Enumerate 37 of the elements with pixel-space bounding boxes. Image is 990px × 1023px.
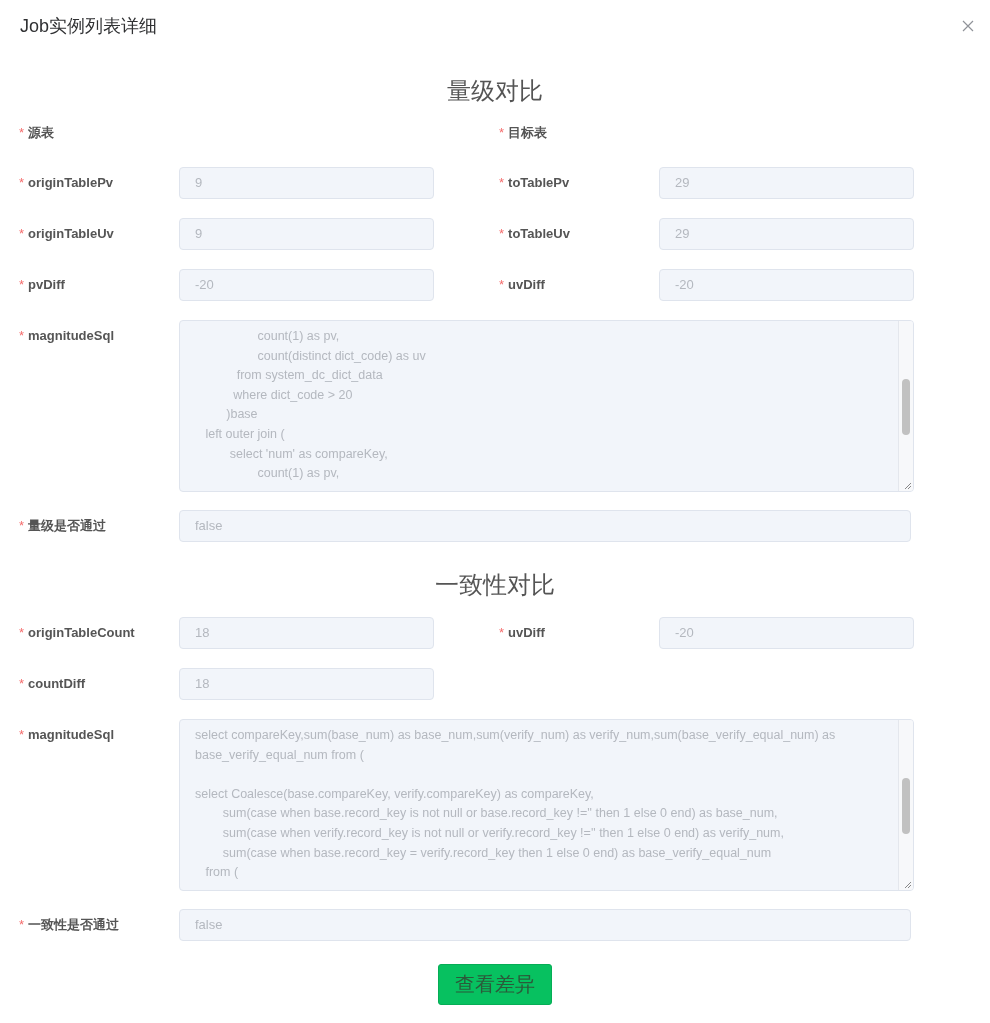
field-label: * uvDiff: [498, 276, 546, 294]
input-field[interactable]: -20: [659, 617, 914, 649]
field-label: * 目标表: [498, 124, 549, 142]
dialog-title: Job实例列表详细: [20, 15, 158, 38]
input-field[interactable]: 29: [659, 218, 914, 250]
field-label: * originTableUv: [18, 225, 115, 243]
field-label: * originTablePv: [18, 174, 115, 192]
scrollbar-thumb[interactable]: [902, 778, 910, 834]
sql-textarea[interactable]: select compareKey,sum(base_num) as base_num,sum(verify_num) as verify_num,sum(base_verify_equal_num) as base_verify_equal_num from ( select Coalesce(base.compareKey, verify.compareKey) as compareKey, sum(case when base.record_key is not null or base.record_key !='' then 1 else 0 end) as base_num, sum(case when verify.record_key is not null or verify.record_key !='' then 1 else 0 end) as verify_num, sum(case when base.record_key = verify.record_key then 1 else 0 end) as base_verify_equal_num from (: [179, 719, 914, 891]
input-field[interactable]: 18: [179, 617, 434, 649]
field-label: * countDiff: [18, 675, 87, 693]
field-label: * uvDiff: [498, 624, 546, 642]
input-field[interactable]: false: [179, 510, 911, 542]
input-field[interactable]: 9: [179, 167, 434, 199]
section-heading: 量级对比: [446, 76, 544, 106]
field-label: * originTableCount: [18, 624, 136, 642]
input-field[interactable]: 18: [179, 668, 434, 700]
resize-handle-icon[interactable]: [903, 481, 912, 490]
input-field[interactable]: false: [179, 909, 911, 941]
input-field[interactable]: 9: [179, 218, 434, 250]
close-icon[interactable]: [960, 18, 976, 34]
field-label: * magnitudeSql: [18, 327, 115, 345]
field-label: * 量级是否通过: [18, 517, 108, 535]
input-field[interactable]: -20: [179, 269, 434, 301]
input-field[interactable]: -20: [659, 269, 914, 301]
resize-handle-icon[interactable]: [903, 880, 912, 889]
field-label: * magnitudeSql: [18, 726, 115, 744]
field-label: * 源表: [18, 124, 56, 142]
input-field[interactable]: 29: [659, 167, 914, 199]
field-label: * toTablePv: [498, 174, 571, 192]
scrollbar-thumb[interactable]: [902, 379, 910, 435]
field-label: * 一致性是否通过: [18, 916, 121, 934]
section-heading: 一致性对比: [434, 570, 556, 600]
field-label: * pvDiff: [18, 276, 66, 294]
sql-textarea[interactable]: count(1) as pv, count(distinct dict_code) as uv from system_dc_dict_data where dict_code > 20 )base left outer join ( select 'num' as compareKey, count(1) as pv,: [179, 320, 914, 492]
field-label: * toTableUv: [498, 225, 571, 243]
view-diff-button[interactable]: 查看差异: [438, 964, 552, 1005]
